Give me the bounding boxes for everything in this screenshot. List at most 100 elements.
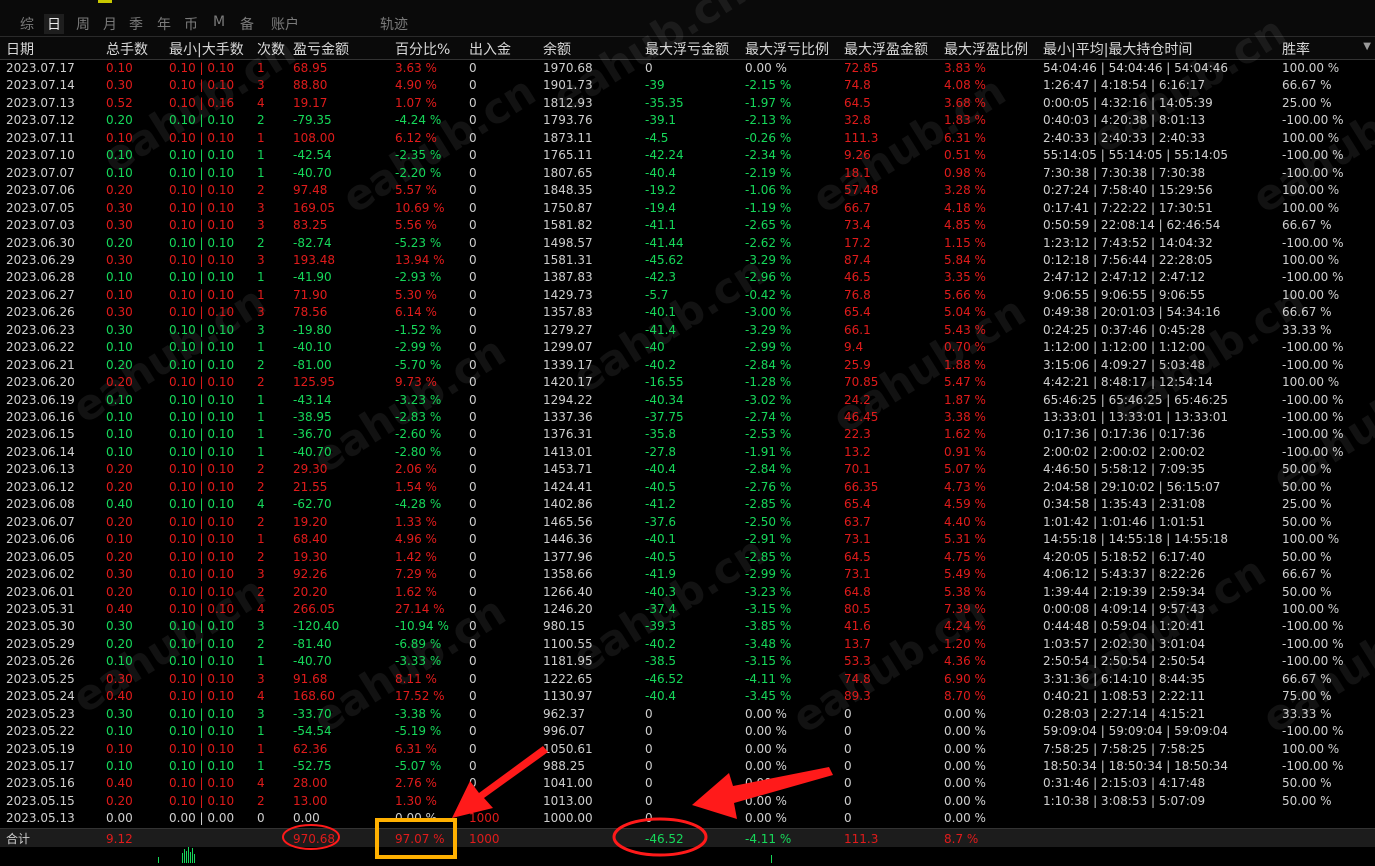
table-cell: 2023.06.01 <box>6 584 75 599</box>
table-row[interactable]: 2023.05.29 0.20 0.10 | 0.10 2 -81.40 -6.89 % 0… <box>0 635 1375 652</box>
table-cell: 0.30 <box>106 322 133 337</box>
table-row[interactable]: 2023.07.07 0.10 0.10 | 0.10 1 -40.70 -2.20 % 0… <box>0 164 1375 181</box>
table-cell: -42.54 <box>293 148 332 163</box>
table-cell: 0 <box>469 497 477 512</box>
table-cell: -120.40 <box>293 619 340 634</box>
table-cell: 4.73 % <box>944 479 986 494</box>
table-row[interactable]: 2023.07.13 0.52 0.10 | 0.16 4 19.17 1.07 % 0 18… <box>0 94 1375 111</box>
table-cell: 4.36 % <box>944 654 986 669</box>
table-row[interactable]: 2023.06.12 0.20 0.10 | 0.10 2 21.55 1.54 % 0 14… <box>0 478 1375 495</box>
table-row[interactable]: 2023.06.15 0.10 0.10 | 0.10 1 -36.70 -2.60 % 0… <box>0 425 1375 442</box>
table-row[interactable]: 2023.05.26 0.10 0.10 | 0.10 1 -40.70 -3.33 % 0… <box>0 652 1375 669</box>
chevron-down-icon[interactable]: ▼ <box>1363 41 1371 52</box>
column-header-11[interactable]: 最大浮盈比例 <box>944 39 1028 59</box>
table-row[interactable]: 2023.06.26 0.30 0.10 | 0.10 3 78.56 6.14 % 0 13… <box>0 303 1375 320</box>
table-cell: -2.80 % <box>395 444 442 459</box>
table-cell: 18.1 <box>844 165 871 180</box>
table-row[interactable]: 2023.05.16 0.40 0.10 | 0.10 4 28.00 2.76 % 0 10… <box>0 774 1375 791</box>
table-row[interactable]: 2023.07.11 0.10 0.10 | 0.10 1 108.00 6.12 % 0 1… <box>0 129 1375 146</box>
table-row[interactable]: 2023.06.02 0.30 0.10 | 0.10 3 92.26 7.29 % 0 13… <box>0 565 1375 582</box>
tab-10[interactable]: 轨迹 <box>380 14 408 34</box>
table-cell: -100.00 % <box>1282 759 1344 773</box>
table-cell: -27.8 <box>645 444 677 459</box>
table-row[interactable]: 2023.06.23 0.30 0.10 | 0.10 3 -19.80 -1.52 % 0… <box>0 321 1375 338</box>
table-row[interactable]: 2023.06.01 0.20 0.10 | 0.10 2 20.20 1.62 % 0 12… <box>0 583 1375 600</box>
tab-4[interactable]: 季 <box>129 14 143 34</box>
column-header-1[interactable]: 总手数 <box>106 39 148 59</box>
tab-6[interactable]: 币 <box>184 14 198 34</box>
table-row[interactable]: 2023.07.03 0.30 0.10 | 0.10 3 83.25 5.56 % 0 15… <box>0 216 1375 233</box>
column-header-2[interactable]: 最小|大手数 <box>169 39 244 59</box>
table-row[interactable]: 2023.06.07 0.20 0.10 | 0.10 2 19.20 1.33 % 0 14… <box>0 513 1375 530</box>
table-row[interactable]: 2023.07.10 0.10 0.10 | 0.10 1 -42.54 -2.35 % 0… <box>0 146 1375 163</box>
table-row[interactable]: 2023.05.30 0.30 0.10 | 0.10 3 -120.40 -10.94 … <box>0 617 1375 634</box>
table-cell: 3.28 % <box>944 183 986 198</box>
table-row[interactable]: 2023.06.08 0.40 0.10 | 0.10 4 -62.70 -4.28 % 0… <box>0 495 1375 512</box>
table-cell: 1.07 % <box>395 95 437 110</box>
tab-1[interactable]: 日 <box>44 14 64 34</box>
column-header-4[interactable]: 盈亏金额 <box>293 39 349 59</box>
table-row[interactable]: 2023.06.29 0.30 0.10 | 0.10 3 193.48 13.94 % 0… <box>0 251 1375 268</box>
tab-8[interactable]: 备 <box>240 14 254 34</box>
table-cell: 0.10 | 0.10 <box>169 532 235 547</box>
table-row[interactable]: 2023.06.14 0.10 0.10 | 0.10 1 -40.70 -2.80 % 0… <box>0 443 1375 460</box>
table-row[interactable]: 2023.07.12 0.20 0.10 | 0.10 2 -79.35 -4.24 % 0… <box>0 111 1375 128</box>
table-row[interactable]: 2023.06.21 0.20 0.10 | 0.10 2 -81.00 -5.70 % 0… <box>0 356 1375 373</box>
table-cell: 2023.05.26 <box>6 654 75 669</box>
table-row[interactable]: 2023.06.13 0.20 0.10 | 0.10 2 29.30 2.06 % 0 14… <box>0 460 1375 477</box>
table-cell: 1181.95 <box>543 654 593 669</box>
table-cell: 1 <box>257 270 265 285</box>
tab-7[interactable]: M <box>213 14 225 30</box>
table-cell: 0.30 <box>106 78 133 93</box>
tab-0[interactable]: 综 <box>20 14 34 34</box>
table-row[interactable]: 2023.06.27 0.10 0.10 | 0.10 1 71.90 5.30 % 0 14… <box>0 286 1375 303</box>
table-cell: -3.33 % <box>395 654 442 669</box>
table-cell: 0 <box>469 235 477 250</box>
table-cell: 1000.00 <box>543 811 593 826</box>
tab-9[interactable]: 账户 <box>271 14 299 34</box>
table-cell: 20.20 <box>293 584 328 599</box>
column-header-5[interactable]: 百分比% <box>395 39 450 59</box>
table-row[interactable]: 2023.06.28 0.10 0.10 | 0.10 1 -41.90 -2.93 % 0… <box>0 268 1375 285</box>
table-cell: 0 <box>844 793 852 808</box>
table-cell: 71.90 <box>293 287 328 302</box>
column-header-0[interactable]: 日期 <box>6 39 34 59</box>
column-header-10[interactable]: 最大浮盈金额 <box>844 39 928 59</box>
table-row[interactable]: 2023.05.23 0.30 0.10 | 0.10 3 -33.70 -3.38 % 0… <box>0 705 1375 722</box>
column-header-13[interactable]: 胜率 <box>1282 39 1310 59</box>
column-header-9[interactable]: 最大浮亏比例 <box>745 39 829 59</box>
table-cell: 0 <box>469 793 477 808</box>
table-row[interactable]: 2023.06.19 0.10 0.10 | 0.10 1 -43.14 -3.23 % 0… <box>0 391 1375 408</box>
table-row[interactable]: 2023.05.13 0.00 0.00 | 0.00 0 0.00 0.00 % 1000… <box>0 809 1375 826</box>
table-cell: -100.00 % <box>1282 270 1344 285</box>
column-header-8[interactable]: 最大浮亏金额 <box>645 39 729 59</box>
table-row[interactable]: 2023.06.05 0.20 0.10 | 0.10 2 19.30 1.42 % 0 13… <box>0 548 1375 565</box>
table-row[interactable]: 2023.05.19 0.10 0.10 | 0.10 1 62.36 6.31 % 0 10… <box>0 740 1375 757</box>
tab-5[interactable]: 年 <box>157 14 171 34</box>
table-row[interactable]: 2023.07.14 0.30 0.10 | 0.10 3 88.80 4.90 % 0 19… <box>0 76 1375 93</box>
table-row[interactable]: 2023.06.22 0.10 0.10 | 0.10 1 -40.10 -2.99 % 0… <box>0 338 1375 355</box>
table-row[interactable]: 2023.05.24 0.40 0.10 | 0.10 4 168.60 17.52 % 0… <box>0 687 1375 704</box>
table-row[interactable]: 2023.06.30 0.20 0.10 | 0.10 2 -82.74 -5.23 % 0… <box>0 234 1375 251</box>
table-row[interactable]: 2023.06.16 0.10 0.10 | 0.10 1 -38.95 -2.83 % 0… <box>0 408 1375 425</box>
tab-3[interactable]: 月 <box>103 14 117 34</box>
table-cell: -40.70 <box>293 654 332 669</box>
table-row[interactable]: 2023.07.05 0.30 0.10 | 0.10 3 169.05 10.69 % 0… <box>0 199 1375 216</box>
table-cell: 2023.05.15 <box>6 793 75 808</box>
table-row[interactable]: 2023.05.22 0.10 0.10 | 0.10 1 -54.54 -5.19 % 0… <box>0 722 1375 739</box>
table-row[interactable]: 2023.05.15 0.20 0.10 | 0.10 2 13.00 1.30 % 0 10… <box>0 792 1375 809</box>
table-row[interactable]: 2023.07.17 0.10 0.10 | 0.10 1 68.95 3.63 % 0 19… <box>0 59 1375 76</box>
column-header-12[interactable]: 最小|平均|最大持仓时间 <box>1043 39 1192 59</box>
table-cell: 0.10 | 0.10 <box>169 165 235 180</box>
table-row[interactable]: 2023.06.06 0.10 0.10 | 0.10 1 68.40 4.96 % 0 14… <box>0 530 1375 547</box>
column-header-3[interactable]: 次数 <box>257 39 285 59</box>
table-cell: 1013.00 <box>543 793 593 808</box>
column-header-6[interactable]: 出入金 <box>469 39 511 59</box>
table-row[interactable]: 2023.05.25 0.30 0.10 | 0.10 3 91.68 8.11 % 0 12… <box>0 670 1375 687</box>
tab-2[interactable]: 周 <box>76 14 90 34</box>
column-header-7[interactable]: 余额 <box>543 39 571 59</box>
table-row[interactable]: 2023.05.17 0.10 0.10 | 0.10 1 -52.75 -5.07 % 0… <box>0 757 1375 774</box>
table-row[interactable]: 2023.06.20 0.20 0.10 | 0.10 2 125.95 9.73 % 0 1… <box>0 373 1375 390</box>
table-row[interactable]: 2023.07.06 0.20 0.10 | 0.10 2 97.48 5.57 % 0 18… <box>0 181 1375 198</box>
table-row[interactable]: 2023.05.31 0.40 0.10 | 0.10 4 266.05 27.14 % 0… <box>0 600 1375 617</box>
